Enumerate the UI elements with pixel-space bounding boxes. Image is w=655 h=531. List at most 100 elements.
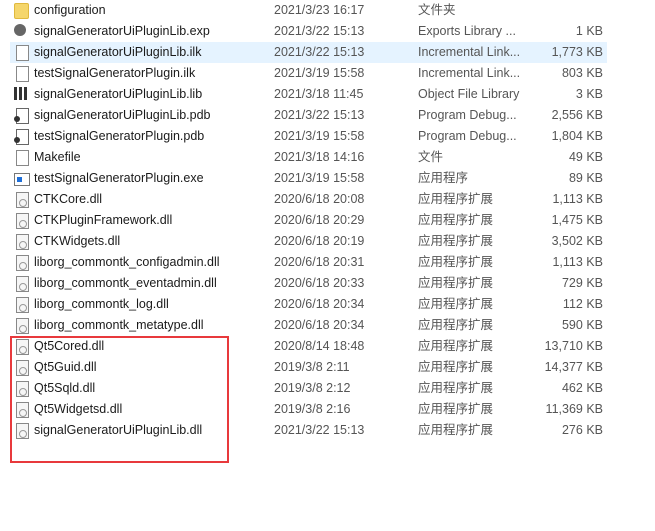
file-row[interactable]: configuration 2021/3/23 16:17 文件夹 xyxy=(10,0,607,21)
file-row[interactable]: testSignalGeneratorPlugin.exe 2021/3/19 … xyxy=(10,168,607,189)
dll-icon xyxy=(16,297,29,313)
file-row[interactable]: liborg_commontk_eventadmin.dll 2020/6/18… xyxy=(10,273,607,294)
file-type: Incremental Link... xyxy=(418,45,521,59)
file-date: 2021/3/19 15:58 xyxy=(274,171,365,185)
pdb-icon xyxy=(14,108,29,124)
file-size: 276 KB xyxy=(561,423,603,437)
file-type: Object File Library xyxy=(418,87,520,101)
file-name: CTKWidgets.dll xyxy=(34,234,121,248)
file-size: 112 KB xyxy=(562,297,603,311)
file-row[interactable]: testSignalGeneratorPlugin.ilk 2021/3/19 … xyxy=(10,63,607,84)
lib-icon xyxy=(14,87,28,100)
file-row[interactable]: Makefile 2021/3/18 14:16 文件 49 KB xyxy=(10,147,607,168)
file-size: 89 KB xyxy=(568,171,603,185)
file-type: 应用程序扩展 xyxy=(418,339,494,353)
file-name: liborg_commontk_metatype.dll xyxy=(34,318,204,332)
file-type: 应用程序扩展 xyxy=(418,360,494,374)
exp-icon xyxy=(14,24,26,36)
file-date: 2021/3/22 15:13 xyxy=(274,423,365,437)
file-icon xyxy=(16,150,29,166)
file-type: 应用程序扩展 xyxy=(418,276,494,290)
exe-icon xyxy=(14,173,30,186)
file-date: 2021/3/18 11:45 xyxy=(274,87,364,101)
file-type: 应用程序扩展 xyxy=(418,297,494,311)
file-row[interactable]: signalGeneratorUiPluginLib.pdb 2021/3/22… xyxy=(10,105,607,126)
pdb-icon xyxy=(14,129,29,145)
file-row[interactable]: liborg_commontk_log.dll 2020/6/18 20:34 … xyxy=(10,294,607,315)
file-row[interactable]: signalGeneratorUiPluginLib.exp 2021/3/22… xyxy=(10,21,607,42)
file-type: 应用程序扩展 xyxy=(418,318,494,332)
file-row[interactable]: liborg_commontk_metatype.dll 2020/6/18 2… xyxy=(10,315,607,336)
file-date: 2019/3/8 2:16 xyxy=(274,402,351,416)
file-name: signalGeneratorUiPluginLib.ilk xyxy=(34,45,202,59)
file-size: 14,377 KB xyxy=(544,360,603,374)
file-type: 应用程序扩展 xyxy=(418,213,494,227)
file-size: 13,710 KB xyxy=(544,339,603,353)
file-type: Program Debug... xyxy=(418,129,517,143)
file-size: 3 KB xyxy=(575,87,603,101)
file-type: 应用程序扩展 xyxy=(418,381,494,395)
dll-icon xyxy=(16,276,29,292)
file-row[interactable]: CTKCore.dll 2020/6/18 20:08 应用程序扩展 1,113… xyxy=(10,189,607,210)
file-row[interactable]: testSignalGeneratorPlugin.pdb 2021/3/19 … xyxy=(10,126,607,147)
file-date: 2021/3/18 14:16 xyxy=(274,150,365,164)
file-type: 应用程序扩展 xyxy=(418,234,494,248)
file-row[interactable]: CTKWidgets.dll 2020/6/18 20:19 应用程序扩展 3,… xyxy=(10,231,607,252)
dll-icon xyxy=(16,192,29,208)
file-name: liborg_commontk_configadmin.dll xyxy=(34,255,220,269)
file-name: liborg_commontk_eventadmin.dll xyxy=(34,276,217,290)
file-type: 应用程序 xyxy=(418,171,469,185)
folder-icon xyxy=(14,3,29,19)
file-size: 1 KB xyxy=(575,24,603,38)
file-size: 1,113 KB xyxy=(552,192,603,206)
file-type: 文件夹 xyxy=(418,3,456,17)
file-date: 2020/6/18 20:33 xyxy=(274,276,365,290)
file-date: 2021/3/22 15:13 xyxy=(274,108,365,122)
file-date: 2021/3/22 15:13 xyxy=(274,24,365,38)
file-name: testSignalGeneratorPlugin.pdb xyxy=(34,129,205,143)
file-size: 1,475 KB xyxy=(551,213,603,227)
file-size: 590 KB xyxy=(561,318,603,332)
file-date: 2021/3/23 16:17 xyxy=(274,3,365,17)
dll-icon xyxy=(16,213,29,229)
file-row[interactable]: CTKPluginFramework.dll 2020/6/18 20:29 应… xyxy=(10,210,607,231)
file-size: 11,369 KB xyxy=(545,402,603,416)
file-name: CTKCore.dll xyxy=(34,192,103,206)
file-date: 2020/8/14 18:48 xyxy=(274,339,365,353)
file-date: 2020/6/18 20:08 xyxy=(274,192,365,206)
file-date: 2020/6/18 20:29 xyxy=(274,213,365,227)
file-row[interactable]: signalGeneratorUiPluginLib.ilk 2021/3/22… xyxy=(10,42,607,63)
file-name: CTKPluginFramework.dll xyxy=(34,213,173,227)
file-name: signalGeneratorUiPluginLib.lib xyxy=(34,87,203,101)
file-icon xyxy=(16,45,29,61)
file-size: 729 KB xyxy=(561,276,603,290)
file-row[interactable]: signalGeneratorUiPluginLib.lib 2021/3/18… xyxy=(10,84,607,105)
file-size: 1,804 KB xyxy=(551,129,603,143)
file-size: 1,113 KB xyxy=(552,255,603,269)
dll-icon xyxy=(16,318,29,334)
file-size: 49 KB xyxy=(568,150,603,164)
dll-icon xyxy=(16,255,29,271)
file-name: testSignalGeneratorPlugin.exe xyxy=(34,171,204,185)
red-highlight-box xyxy=(10,336,229,463)
dll-icon xyxy=(16,234,29,250)
file-type: Incremental Link... xyxy=(418,66,521,80)
file-date: 2021/3/19 15:58 xyxy=(274,129,365,143)
file-type: Exports Library ... xyxy=(418,24,516,38)
file-size: 2,556 KB xyxy=(551,108,603,122)
file-size: 1,773 KB xyxy=(551,45,603,59)
file-type: 应用程序扩展 xyxy=(418,192,494,206)
file-name: liborg_commontk_log.dll xyxy=(34,297,169,311)
file-icon xyxy=(16,66,29,82)
file-row[interactable]: liborg_commontk_configadmin.dll 2020/6/1… xyxy=(10,252,607,273)
file-type: Program Debug... xyxy=(418,108,517,122)
file-name: configuration xyxy=(34,3,106,17)
file-date: 2020/6/18 20:34 xyxy=(274,318,365,332)
file-date: 2021/3/22 15:13 xyxy=(274,45,365,59)
file-size: 803 KB xyxy=(561,66,603,80)
file-date: 2019/3/8 2:12 xyxy=(274,381,351,395)
file-date: 2019/3/8 2:11 xyxy=(274,360,350,374)
file-name: testSignalGeneratorPlugin.ilk xyxy=(34,66,196,80)
file-name: signalGeneratorUiPluginLib.exp xyxy=(34,24,210,38)
file-date: 2020/6/18 20:34 xyxy=(274,297,365,311)
